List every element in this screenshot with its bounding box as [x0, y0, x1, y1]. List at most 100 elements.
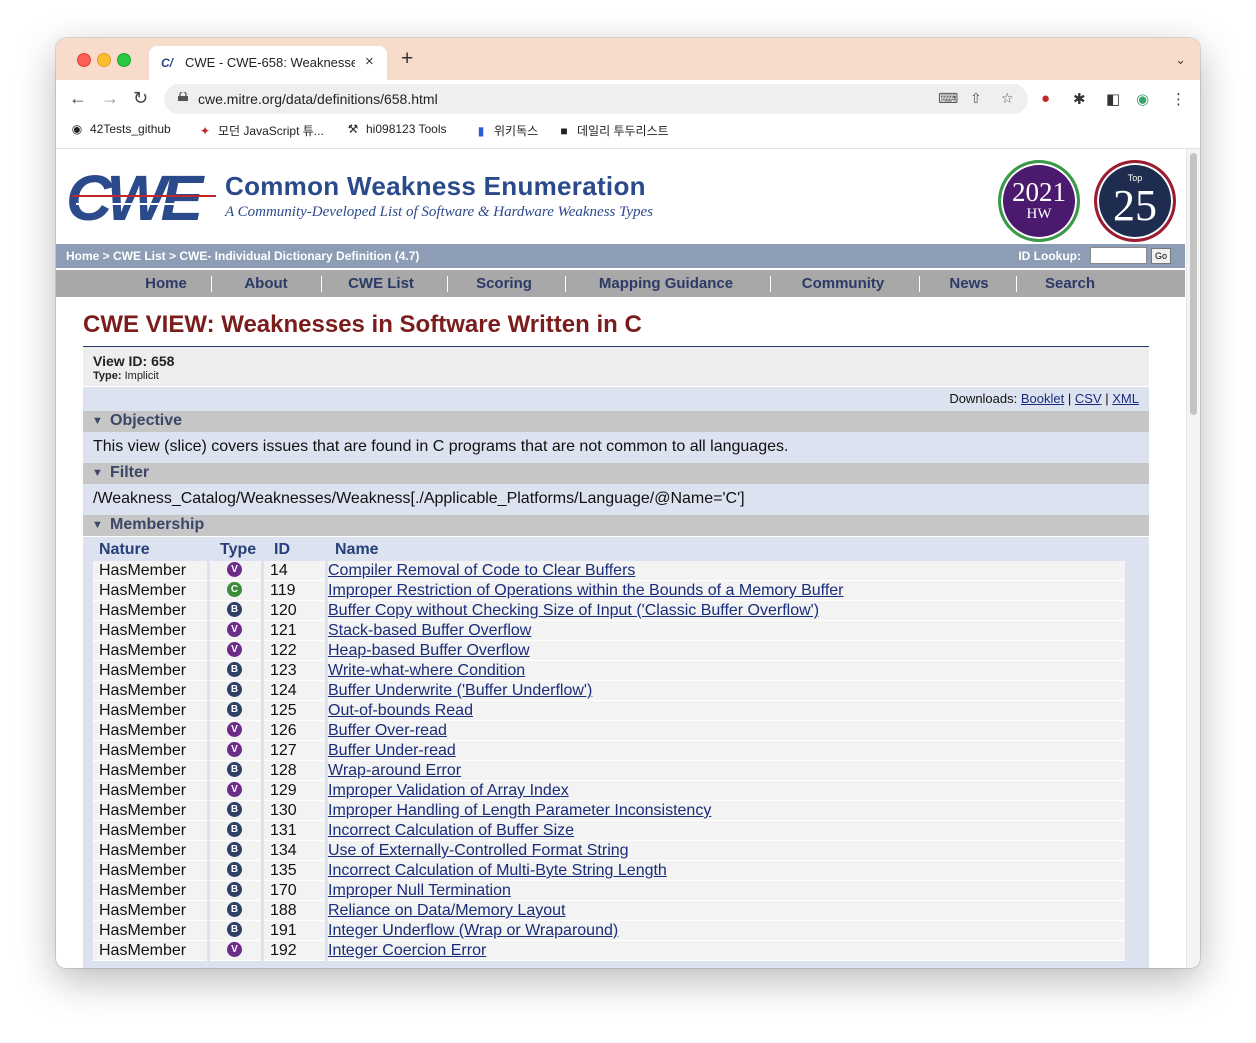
- member-id-cell: 119: [264, 581, 325, 601]
- collapse-triangle-icon[interactable]: ▼: [92, 415, 103, 427]
- variant-type-icon: V: [227, 641, 242, 657]
- url-text[interactable]: cwe.mitre.org/data/definitions/658.html: [198, 91, 438, 107]
- table-row: HasMember B 188 Reliance on Data/Memory Lay…: [93, 901, 1125, 921]
- cwe-favicon-icon: C/: [161, 56, 173, 70]
- address-bar[interactable]: cwe.mitre.org/data/definitions/658.html …: [164, 84, 1028, 114]
- member-type-cell: B: [210, 901, 261, 921]
- weakness-link[interactable]: Out-of-bounds Read: [328, 702, 473, 719]
- bookmark-item[interactable]: ⚒ hi098123 Tools: [346, 122, 447, 136]
- back-arrow-icon[interactable]: ←: [69, 88, 87, 108]
- collapse-triangle-icon[interactable]: ▼: [92, 467, 103, 479]
- menu-scoring[interactable]: Scoring: [463, 270, 545, 297]
- weakness-link[interactable]: Heap-based Buffer Overflow: [328, 642, 530, 659]
- weakness-link[interactable]: Incorrect Calculation of Buffer Size: [328, 822, 574, 839]
- top-hw-2021-badge[interactable]: 2021 HW: [998, 160, 1080, 242]
- view-info: View ID: 658 Type: Implicit: [83, 347, 1149, 386]
- extension-red-icon[interactable]: ●: [1041, 90, 1050, 107]
- booklet-link[interactable]: Booklet: [1021, 391, 1064, 406]
- member-nature-cell: HasMember: [93, 641, 207, 661]
- tab-search-chevron-icon[interactable]: ⌄: [1175, 52, 1186, 68]
- weakness-link[interactable]: Improper Restriction of Operations withi…: [328, 582, 844, 599]
- csv-link[interactable]: CSV: [1075, 391, 1102, 406]
- weakness-link[interactable]: Improper Validation of Array Index: [328, 782, 569, 799]
- top-25-badge[interactable]: Top 25: [1094, 160, 1176, 242]
- member-id: 135: [270, 862, 297, 879]
- member-nature-cell: HasMember: [93, 721, 207, 741]
- site-title: Common Weakness Enumeration: [225, 171, 646, 201]
- menu-news[interactable]: News: [936, 270, 1002, 297]
- member-id-cell: 123: [264, 661, 325, 681]
- maximize-window-button[interactable]: [117, 53, 131, 67]
- weakness-link[interactable]: Buffer Copy without Checking Size of Inp…: [328, 602, 819, 619]
- weakness-link[interactable]: Incorrect Calculation of Multi-Byte Stri…: [328, 862, 667, 879]
- member-type-cell: B: [210, 821, 261, 841]
- member-nature-cell: HasMember: [93, 781, 207, 801]
- weakness-link[interactable]: Wrap-around Error: [328, 762, 461, 779]
- weakness-link[interactable]: Buffer Under-read: [328, 742, 456, 759]
- translate-icon[interactable]: ⌨: [938, 90, 958, 107]
- member-id-cell: 192: [264, 941, 325, 961]
- objective-header[interactable]: ▼ Objective: [83, 411, 1149, 432]
- menu-search[interactable]: Search: [1034, 270, 1106, 297]
- weakness-link[interactable]: Write-what-where Condition: [328, 662, 525, 679]
- bookmark-item[interactable]: ■ 데일리 투두리스트: [557, 122, 668, 139]
- xml-link[interactable]: XML: [1112, 391, 1139, 406]
- member-name-cell: Buffer Copy without Checking Size of Inp…: [328, 601, 1125, 621]
- weakness-link[interactable]: Improper Null Termination: [328, 882, 511, 899]
- weakness-link[interactable]: Buffer Over-read: [328, 722, 447, 739]
- profile-avatar-icon[interactable]: ◉: [1136, 90, 1149, 108]
- wrench-icon: ⚒: [347, 122, 359, 136]
- minimize-window-button[interactable]: [97, 53, 111, 67]
- table-row: HasMember V 14 Compiler Removal of Code to …: [93, 561, 1125, 581]
- id-lookup-input[interactable]: [1090, 247, 1147, 264]
- member-id: 123: [270, 662, 297, 679]
- member-id-cell: 129: [264, 781, 325, 801]
- member-type-cell: V: [210, 781, 261, 801]
- filter-header[interactable]: ▼ Filter: [83, 463, 1149, 484]
- membership-header[interactable]: ▼ Membership: [83, 515, 1149, 536]
- scrollbar-thumb[interactable]: [1190, 153, 1197, 415]
- weakness-link[interactable]: Reliance on Data/Memory Layout: [328, 902, 565, 919]
- cwe-logo[interactable]: CWE: [66, 166, 218, 226]
- bookmark-item[interactable]: ✦ 모던 JavaScript 튜...: [198, 122, 324, 139]
- member-name-cell: Improper Handling of Length Parameter In…: [328, 801, 1125, 821]
- go-button[interactable]: Go: [1151, 248, 1171, 264]
- share-icon[interactable]: ⇧: [970, 90, 982, 107]
- member-id: 126: [270, 722, 297, 739]
- bookmark-item[interactable]: ◉ 42Tests_github: [70, 122, 171, 136]
- weakness-link[interactable]: Buffer Underwrite ('Buffer Underflow'): [328, 682, 592, 699]
- extensions-puzzle-icon[interactable]: ✱: [1073, 90, 1086, 108]
- menu-divider: [211, 276, 212, 292]
- menu-about[interactable]: About: [231, 270, 301, 297]
- weakness-link[interactable]: Integer Coercion Error: [328, 942, 486, 959]
- close-window-button[interactable]: [77, 53, 91, 67]
- menu-community[interactable]: Community: [786, 270, 900, 297]
- forward-arrow-icon[interactable]: →: [101, 88, 119, 108]
- weakness-link[interactable]: Stack-based Buffer Overflow: [328, 622, 531, 639]
- menu-home[interactable]: Home: [136, 270, 196, 297]
- bookmark-item[interactable]: ▮ 위키독스: [474, 122, 538, 139]
- bookmark-star-icon[interactable]: ☆: [1001, 90, 1014, 107]
- weakness-link[interactable]: Integer Underflow (Wrap or Wraparound): [328, 922, 618, 939]
- page-scrollbar[interactable]: [1186, 149, 1200, 968]
- collapse-triangle-icon[interactable]: ▼: [92, 519, 103, 531]
- tab-active[interactable]: C/ CWE - CWE-658: Weaknesses ×: [149, 46, 387, 80]
- member-id-cell: 122: [264, 641, 325, 661]
- new-tab-button[interactable]: +: [401, 48, 413, 69]
- menu-cwe-list[interactable]: CWE List: [336, 270, 426, 297]
- weakness-link[interactable]: Compiler Removal of Code to Clear Buffer…: [328, 562, 635, 579]
- browser-menu-icon[interactable]: ⋮: [1171, 90, 1186, 108]
- tab-close-icon[interactable]: ×: [365, 53, 374, 70]
- side-panel-icon[interactable]: ◧: [1106, 90, 1120, 108]
- breadcrumb-text[interactable]: Home > CWE List > CWE- Individual Dictio…: [66, 249, 419, 263]
- member-type-cell: B: [210, 841, 261, 861]
- column-header-type: Type: [220, 541, 257, 558]
- member-type-cell: B: [210, 601, 261, 621]
- member-id-cell: 127: [264, 741, 325, 761]
- weakness-link[interactable]: Use of Externally-Controlled Format Stri…: [328, 842, 629, 859]
- menu-mapping-guidance[interactable]: Mapping Guidance: [582, 270, 750, 297]
- weakness-link[interactable]: Improper Handling of Length Parameter In…: [328, 802, 711, 819]
- member-type-cell: V: [210, 561, 261, 581]
- member-id: 130: [270, 802, 297, 819]
- reload-icon[interactable]: ↻: [133, 88, 148, 108]
